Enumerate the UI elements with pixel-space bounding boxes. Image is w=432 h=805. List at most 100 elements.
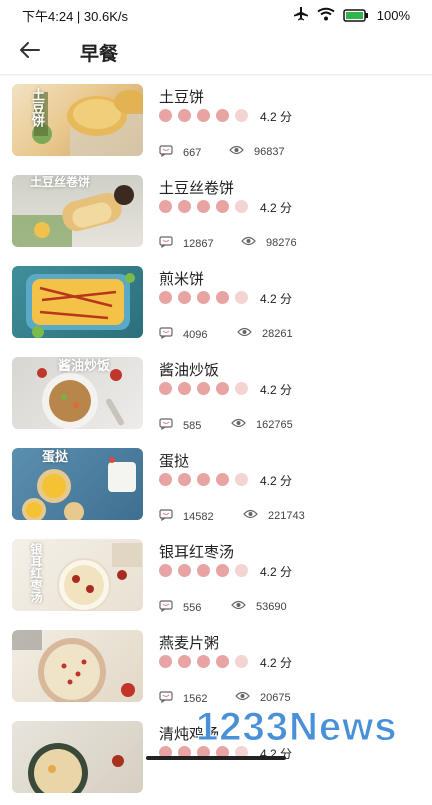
page-title: 早餐	[80, 43, 119, 65]
rating-dot	[178, 109, 191, 122]
rating-stars	[159, 564, 248, 577]
view-stat: 96837	[229, 145, 285, 158]
view-count: 98276	[266, 236, 297, 249]
arrow-left-icon[interactable]	[20, 41, 40, 63]
comment-icon	[159, 509, 173, 524]
rating-dot	[197, 655, 210, 668]
view-stat: 53690	[231, 600, 287, 613]
recipe-title: 土豆饼	[159, 89, 205, 106]
rating-dot	[235, 109, 248, 122]
rating-dot	[197, 291, 210, 304]
recipe-thumbnail[interactable]	[12, 266, 143, 338]
rating-score: 4.2 分	[260, 110, 293, 124]
rating-dot	[197, 109, 210, 122]
rating-score: 4.2 分	[260, 656, 293, 670]
back-button[interactable]	[0, 30, 60, 74]
rating-score: 4.2 分	[260, 383, 293, 397]
comment-icon	[159, 600, 173, 615]
app-bar: 早餐	[0, 30, 432, 75]
battery-level: 100%	[376, 7, 410, 23]
comment-icon	[159, 691, 173, 706]
rating-dot	[216, 655, 229, 668]
watermark-logo: 1233News	[195, 705, 398, 750]
rating-dot	[178, 382, 191, 395]
list-item[interactable]: 土豆丝卷饼 土豆丝卷饼 4.2 分 12867 98276	[0, 169, 432, 259]
eye-icon	[243, 509, 258, 522]
list-item[interactable]: 土豆饼 土豆饼 4.2 分 667 96837	[0, 78, 432, 168]
recipe-title: 银耳红枣汤	[159, 544, 235, 561]
comment-icon	[159, 145, 173, 160]
comment-stat: 585	[159, 418, 201, 433]
recipe-thumbnail[interactable]: 银耳红枣汤	[12, 539, 143, 611]
comment-icon	[159, 236, 173, 251]
view-stat: 28261	[237, 327, 293, 340]
recipe-title: 土豆丝卷饼	[159, 180, 235, 197]
eye-icon	[235, 691, 250, 704]
list-item[interactable]: 煎米饼 4.2 分 4096 28261	[0, 260, 432, 350]
rating-dot	[216, 200, 229, 213]
rating-dot	[159, 473, 172, 486]
rating-dot	[159, 291, 172, 304]
recipe-thumbnail[interactable]: 土豆丝卷饼	[12, 175, 143, 247]
view-count: 96837	[254, 145, 285, 158]
rating-dot	[216, 291, 229, 304]
view-count: 53690	[256, 600, 287, 613]
recipe-thumbnail[interactable]: 土豆饼	[12, 84, 143, 156]
comment-count: 14582	[183, 510, 214, 523]
rating-dot	[178, 473, 191, 486]
rating-dot	[235, 655, 248, 668]
rating-score: 4.2 分	[260, 292, 293, 306]
comment-count: 1562	[183, 692, 208, 705]
rating-dot	[159, 109, 172, 122]
rating-stars	[159, 382, 248, 395]
rating-dot	[159, 200, 172, 213]
rating-stars	[159, 109, 248, 122]
rating-stars	[159, 291, 248, 304]
rating-dot	[216, 564, 229, 577]
eye-icon	[231, 418, 246, 431]
rating-dot	[178, 655, 191, 668]
recipe-thumbnail[interactable]: 蛋挞	[12, 448, 143, 520]
comment-stat: 556	[159, 600, 201, 615]
thumbnail-label: 土豆丝卷饼	[30, 175, 91, 189]
rating-score: 4.2 分	[260, 474, 293, 488]
recipe-title: 煎米饼	[159, 271, 205, 288]
view-count: 28261	[262, 327, 293, 340]
list-item[interactable]: 银耳红枣汤 银耳红枣汤 4.2 分 556 53690	[0, 533, 432, 623]
rating-stars	[159, 655, 248, 668]
recipe-title: 燕麦片粥	[159, 635, 220, 652]
list-item[interactable]: 蛋挞 蛋挞 4.2 分 14582 221743	[0, 442, 432, 532]
status-bar: 下午4:24 | 30.6K/s 100%	[0, 0, 432, 30]
thumbnail-label: 银耳红枣汤	[29, 543, 43, 603]
comment-stat: 12867	[159, 236, 214, 251]
recipe-thumbnail[interactable]	[12, 630, 143, 702]
list-item[interactable]: 酱油炒饭 酱油炒饭 4.2 分 585 162765	[0, 351, 432, 441]
rating-dot	[216, 473, 229, 486]
recipe-title: 酱油炒饭	[159, 362, 220, 379]
comment-icon	[159, 418, 173, 433]
rating-score: 4.2 分	[260, 565, 293, 579]
rating-dot	[197, 564, 210, 577]
rating-dot	[216, 109, 229, 122]
rating-dot	[235, 564, 248, 577]
rating-dot	[178, 564, 191, 577]
list-item[interactable]: 燕麦片粥 4.2 分 1562 20675	[0, 624, 432, 714]
recipe-thumbnail[interactable]: 酱油炒饭	[12, 357, 143, 429]
rating-stars	[159, 473, 248, 486]
rating-dot	[159, 564, 172, 577]
battery-icon	[343, 8, 369, 22]
view-stat: 98276	[241, 236, 297, 249]
view-count: 20675	[260, 691, 291, 704]
rating-dot	[216, 382, 229, 395]
comment-count: 667	[183, 146, 202, 159]
comment-stat: 667	[159, 145, 201, 160]
home-indicator[interactable]	[146, 756, 286, 760]
view-count: 221743	[268, 509, 305, 522]
thumbnail-label: 酱油炒饭	[58, 358, 111, 373]
recipe-thumbnail[interactable]	[12, 721, 143, 793]
rating-dot	[159, 382, 172, 395]
rating-dot	[235, 473, 248, 486]
status-right: 100%	[293, 6, 410, 24]
thumbnail-label: 蛋挞	[42, 449, 69, 464]
wifi-icon	[317, 7, 335, 24]
